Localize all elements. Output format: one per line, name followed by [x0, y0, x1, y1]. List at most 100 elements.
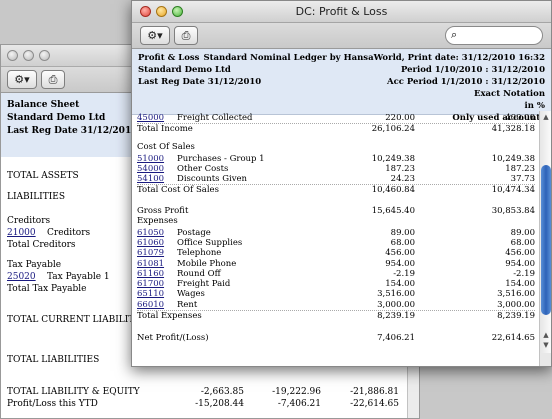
table-row: Expenses: [132, 216, 541, 226]
acc-period-value: 954.00: [505, 259, 535, 269]
account-link[interactable]: 51000: [137, 154, 164, 164]
zoom-button[interactable]: [39, 50, 50, 61]
account-link[interactable]: 21000: [7, 228, 36, 238]
table-row: Total Income 26,106.24 41,328.18: [132, 124, 541, 134]
row-label: Office Supplies: [177, 238, 243, 248]
scroll-thumb[interactable]: [541, 165, 551, 315]
profit-loss-body: 45000 Freight Collected 220.00 400.00 Total …: [132, 111, 541, 366]
account-link[interactable]: 61160: [137, 269, 164, 279]
gear-menu-button[interactable]: ⚙▾: [140, 26, 170, 45]
account-link[interactable]: 66010: [137, 300, 164, 310]
account-link[interactable]: 61050: [137, 228, 164, 238]
table-row: Net Profit/(Loss) 7,406.21 22,614.65: [132, 333, 541, 343]
table-row: 61700 Freight Paid 154.00 154.00: [132, 279, 541, 289]
table-row: 61079 Telephone 456.00 456.00: [132, 248, 541, 258]
table-row: 65110 Wages 3,516.00 3,516.00: [132, 289, 541, 299]
resize-grip-icon[interactable]: [539, 353, 551, 366]
account-link[interactable]: 25020: [7, 272, 36, 282]
table-row: Cost Of Sales: [132, 142, 541, 152]
period-value: 7,406.21: [377, 333, 415, 343]
print-icon: ⎙: [181, 28, 191, 42]
account-name: Creditors: [47, 228, 91, 238]
account-link[interactable]: 61700: [137, 279, 164, 289]
profit-loss-toolbar: ⚙▾ ⎙ ⌕: [132, 23, 551, 49]
creditors-label: Creditors: [7, 216, 51, 226]
print-button[interactable]: ⎙: [174, 26, 198, 45]
period-value: 456.00: [385, 248, 415, 258]
acc-period-value: 8,239.19: [497, 311, 535, 321]
account-link[interactable]: 45000: [137, 113, 164, 123]
gear-icon: ⚙▾: [147, 29, 163, 42]
row-label: Net Profit/(Loss): [137, 333, 209, 343]
scroll-up-arrow-icon[interactable]: ▲: [541, 331, 551, 339]
account-link[interactable]: 61081: [137, 259, 164, 269]
period-value: 3,000.00: [377, 300, 415, 310]
period-value: 8,239.19: [377, 311, 415, 321]
tle-value-3: -21,886.81: [350, 387, 399, 397]
search-input[interactable]: ⌕: [445, 26, 543, 45]
vertical-scrollbar[interactable]: ▲ ▲ ▼: [539, 111, 551, 355]
acc-period-value: 3,516.00: [497, 289, 535, 299]
row-label: Gross Profit: [137, 206, 189, 216]
period-value: 24.23: [390, 174, 415, 184]
close-button[interactable]: [7, 50, 18, 61]
table-row: Gross Profit 15,645.40 30,853.84: [132, 206, 541, 216]
scroll-down-arrow-icon[interactable]: ▼: [541, 341, 551, 349]
period-value: 220.00: [385, 113, 415, 123]
row-label: Freight Paid: [177, 279, 231, 289]
table-row: 61160 Round Off -2.19 -2.19: [132, 269, 541, 279]
profit-ytd-label: Profit/Loss this YTD: [7, 399, 98, 409]
table-row: 45000 Freight Collected 220.00 400.00: [132, 113, 541, 123]
total-creditors-label: Total Creditors: [7, 240, 76, 250]
gear-menu-button[interactable]: ⚙▾: [7, 70, 37, 89]
row-label: Expenses: [137, 216, 178, 226]
account-link[interactable]: 54100: [137, 174, 164, 184]
row-label: Telephone: [177, 248, 222, 258]
notation: Exact Notation: [474, 89, 545, 99]
profit-loss-window: DC: Profit & Loss ⚙▾ ⎙ ⌕ Profit & Loss S…: [131, 0, 552, 367]
acc-period-value: 37.73: [510, 174, 535, 184]
account-link[interactable]: 61079: [137, 248, 164, 258]
table-row: 61050 Postage 89.00 89.00: [132, 228, 541, 238]
acc-period-value: 89.00: [510, 228, 535, 238]
window-controls: [7, 50, 50, 61]
acc-period-value: 187.23: [505, 164, 535, 174]
table-row: 54100 Discounts Given 24.23 37.73: [132, 174, 541, 184]
acc-period: Acc Period 1/1/2010 : 31/12/2010: [386, 77, 545, 87]
company-name: Standard Demo Ltd: [138, 65, 231, 75]
acc-period-value: 3,000.00: [497, 300, 535, 310]
account-link[interactable]: 54000: [137, 164, 164, 174]
period-value: 954.00: [385, 259, 415, 269]
tle-value-2: -19,222.96: [272, 387, 321, 397]
row-label: Rent: [177, 300, 198, 310]
window-title: DC: Profit & Loss: [295, 5, 388, 18]
liabilities-label: LIABILITIES: [7, 192, 66, 202]
period-value: 3,516.00: [377, 289, 415, 299]
scroll-up-arrow-icon[interactable]: ▲: [541, 113, 551, 121]
period-value: -2.19: [393, 269, 415, 279]
acc-period-value: 10,249.38: [491, 154, 535, 164]
period-value: 15,645.40: [371, 206, 415, 216]
minimize-button[interactable]: [23, 50, 34, 61]
table-row: Total Expenses 8,239.19 8,239.19: [132, 311, 541, 321]
row-label: Purchases - Group 1: [177, 154, 265, 164]
table-row: 54000 Other Costs 187.23 187.23: [132, 164, 541, 174]
row-label: Postage: [177, 228, 211, 238]
row-label: Round Off: [177, 269, 221, 279]
last-reg-date: Last Reg Date 31/12/2010: [138, 77, 262, 87]
profit-ytd-value-3: -22,614.65: [350, 399, 399, 409]
acc-period-value: 456.00: [505, 248, 535, 258]
acc-period-value: 41,328.18: [491, 124, 535, 134]
print-info: Standard Nominal Ledger by HansaWorld, P…: [203, 53, 545, 63]
print-button[interactable]: ⎙: [41, 70, 65, 89]
print-icon: ⎙: [48, 72, 58, 86]
period-value: 10,460.84: [371, 185, 415, 195]
profit-ytd-value-2: -7,406.21: [277, 399, 321, 409]
table-row: 61081 Mobile Phone 954.00 954.00: [132, 259, 541, 269]
acc-period-value: 400.00: [505, 113, 535, 123]
account-link[interactable]: 65110: [137, 289, 164, 299]
account-link[interactable]: 61060: [137, 238, 164, 248]
unit: in %: [524, 101, 545, 111]
row-label: Mobile Phone: [177, 259, 237, 269]
period-value: 10,249.38: [371, 154, 415, 164]
